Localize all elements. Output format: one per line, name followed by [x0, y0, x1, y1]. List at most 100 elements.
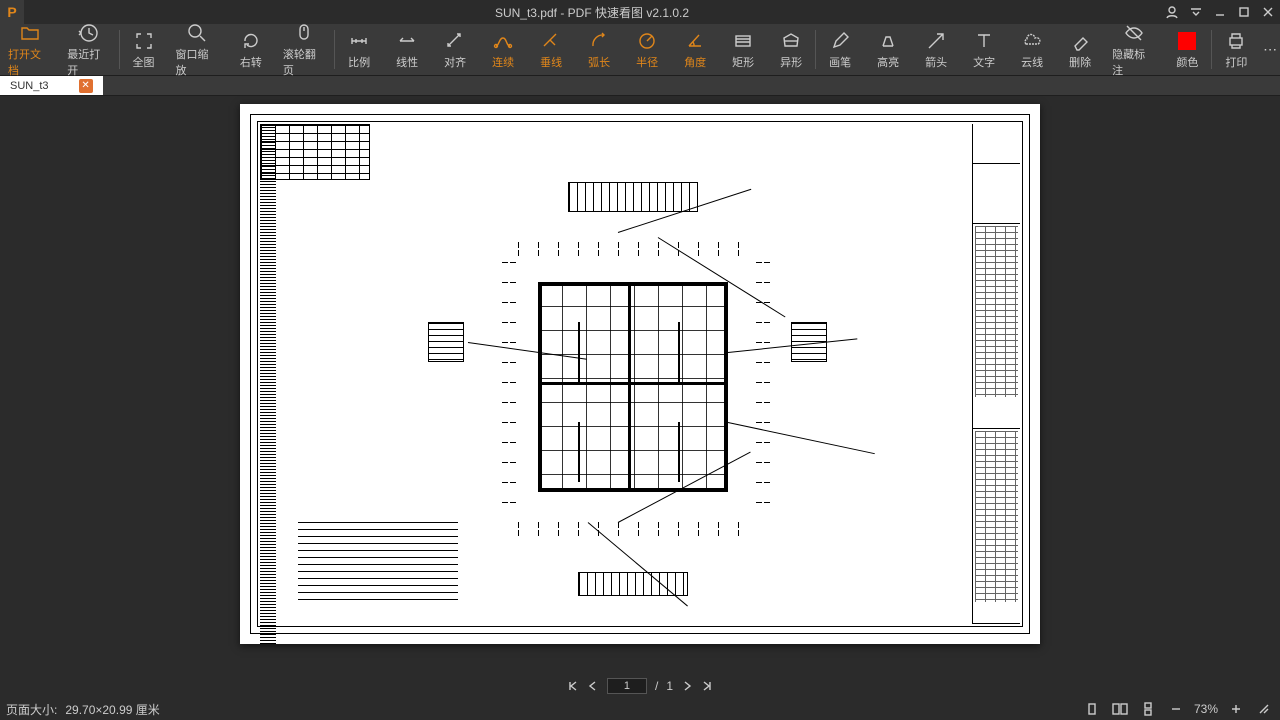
rect-label: 矩形: [732, 54, 754, 70]
cloud-button[interactable]: 云线: [1008, 24, 1056, 75]
zoom-window-button[interactable]: 窗口缩放: [168, 24, 227, 75]
scrollpage-label: 滚轮翻页: [283, 46, 326, 78]
first-page-button[interactable]: [567, 680, 579, 692]
pagesize-label: 页面大小:: [6, 701, 57, 718]
rotate-button[interactable]: 右转: [227, 24, 275, 75]
linear-label: 线性: [396, 54, 418, 70]
recent-label: 最近打开: [67, 46, 110, 78]
mouse-icon: [293, 22, 315, 44]
poly-label: 连续: [492, 54, 514, 70]
scale-button[interactable]: 比例: [335, 24, 383, 75]
polygon-icon: [780, 30, 802, 52]
zoom-in-button[interactable]: [1226, 700, 1246, 718]
cloud-label: 云线: [1021, 54, 1043, 70]
pen-button[interactable]: 画笔: [816, 24, 864, 75]
arrow-button[interactable]: 箭头: [912, 24, 960, 75]
open-button[interactable]: 打开文档: [0, 24, 59, 75]
cloud-icon: [1021, 30, 1043, 52]
view-double-icon[interactable]: [1110, 700, 1130, 718]
polyline-icon: [492, 30, 514, 52]
arc-button[interactable]: 弧长: [575, 24, 623, 75]
text-button[interactable]: 文字: [960, 24, 1008, 75]
zoom-out-button[interactable]: [1166, 700, 1186, 718]
arrow-label: 箭头: [925, 54, 947, 70]
document-tab[interactable]: SUN_t3 ✕: [0, 76, 103, 95]
toolbar-overflow[interactable]: ⋯: [1260, 24, 1280, 75]
last-page-button[interactable]: [701, 680, 713, 692]
resize-grip-icon[interactable]: [1254, 700, 1274, 718]
text-icon: [973, 30, 995, 52]
vline-button[interactable]: 垂线: [527, 24, 575, 75]
zoom-icon: [186, 22, 208, 44]
tabbar: SUN_t3 ✕: [0, 76, 1280, 96]
radius-label: 半径: [636, 54, 658, 70]
viewport[interactable]: [0, 96, 1280, 698]
drawing-notes: [298, 522, 458, 606]
delete-label: 删除: [1069, 54, 1091, 70]
delete-button[interactable]: 删除: [1056, 24, 1104, 75]
view-continuous-icon[interactable]: [1138, 700, 1158, 718]
align-label: 对齐: [444, 54, 466, 70]
rect-icon: [732, 30, 754, 52]
radius-icon: [636, 30, 658, 52]
zoomwin-label: 窗口缩放: [176, 46, 219, 78]
align-icon: [444, 30, 466, 52]
next-page-button[interactable]: [681, 680, 693, 692]
statusbar: 页面大小: 29.70×20.99 厘米 73%: [0, 698, 1280, 720]
page-total: 1: [666, 679, 673, 693]
poly-button[interactable]: 连续: [479, 24, 527, 75]
window-controls: [1160, 0, 1280, 24]
arc-label: 弧长: [588, 54, 610, 70]
folder-icon: [19, 22, 41, 44]
pen-icon: [829, 30, 851, 52]
maximize-button[interactable]: [1232, 0, 1256, 24]
hideannot-label: 隐藏标注: [1112, 46, 1155, 78]
linear-button[interactable]: 线性: [383, 24, 431, 75]
highlight-icon: [877, 30, 899, 52]
tab-close-icon[interactable]: ✕: [79, 79, 93, 93]
open-label: 打开文档: [8, 46, 51, 78]
pdf-page: [240, 104, 1040, 644]
radius-button[interactable]: 半径: [623, 24, 671, 75]
zoom-value: 73%: [1194, 702, 1218, 716]
highlight-button[interactable]: 高亮: [864, 24, 912, 75]
page-sep: /: [655, 679, 658, 693]
fit-button[interactable]: 全图: [120, 24, 168, 75]
print-label: 打印: [1225, 54, 1247, 70]
angle-label: 角度: [684, 54, 706, 70]
align-button[interactable]: 对齐: [431, 24, 479, 75]
app-logo: P: [0, 0, 24, 24]
scale-label: 比例: [348, 54, 370, 70]
print-button[interactable]: 打印: [1212, 24, 1260, 75]
tab-label: SUN_t3: [10, 80, 49, 92]
irregular-button[interactable]: 异形: [767, 24, 815, 75]
arc-icon: [588, 30, 610, 52]
pagesize-value: 29.70×20.99 厘米: [65, 701, 159, 718]
irregular-label: 异形: [780, 54, 802, 70]
history-icon: [78, 22, 100, 44]
minimize-button[interactable]: [1208, 0, 1232, 24]
menu-dropdown-icon[interactable]: [1184, 0, 1208, 24]
arrow-icon: [925, 30, 947, 52]
titlebar: P SUN_t3.pdf - PDF 快速看图 v2.1.0.2: [0, 0, 1280, 24]
hideannot-button[interactable]: 隐藏标注: [1104, 24, 1163, 75]
fullscreen-icon: [133, 30, 155, 52]
rotate-icon: [240, 30, 262, 52]
linear-icon: [396, 30, 418, 52]
prev-page-button[interactable]: [587, 680, 599, 692]
color-button[interactable]: 颜色: [1163, 24, 1211, 75]
scrollpage-button[interactable]: 滚轮翻页: [275, 24, 334, 75]
recent-button[interactable]: 最近打开: [59, 24, 118, 75]
close-button[interactable]: [1256, 0, 1280, 24]
fit-label: 全图: [133, 54, 155, 70]
color-swatch-icon: [1176, 30, 1198, 52]
text-label: 文字: [973, 54, 995, 70]
user-icon[interactable]: [1160, 0, 1184, 24]
angle-button[interactable]: 角度: [671, 24, 719, 75]
view-single-icon[interactable]: [1082, 700, 1102, 718]
angle-icon: [684, 30, 706, 52]
rotate-label: 右转: [240, 54, 262, 70]
rect-button[interactable]: 矩形: [719, 24, 767, 75]
page-input[interactable]: [607, 678, 647, 694]
vline-label: 垂线: [540, 54, 562, 70]
